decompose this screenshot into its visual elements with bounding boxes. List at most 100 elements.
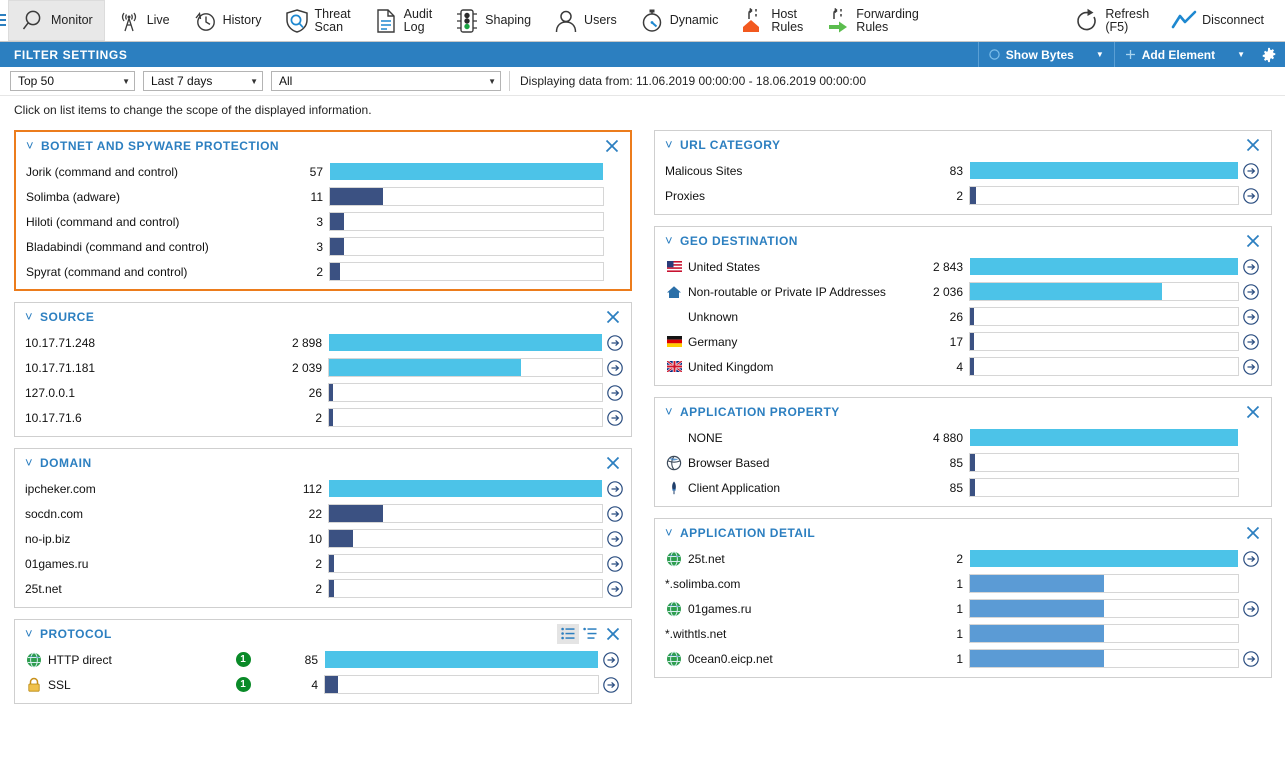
toolbar-item-shaping[interactable]: Shaping <box>443 0 542 41</box>
data-row[interactable]: 25t.net2 <box>25 576 623 601</box>
toolbar-item-host-rules[interactable]: Host Rules <box>729 0 814 41</box>
row-label: 10.17.71.181 <box>25 361 280 375</box>
row-drilldown-arrow-icon[interactable] <box>1239 359 1263 375</box>
data-row[interactable]: Jorik (command and control)57 <box>26 159 622 184</box>
row-drilldown-arrow-icon[interactable] <box>1239 259 1263 275</box>
row-drilldown-arrow-icon[interactable] <box>603 410 627 426</box>
row-drilldown-arrow-icon[interactable] <box>603 581 627 597</box>
toolbar-item-history[interactable]: History <box>181 0 273 41</box>
chevron-down-icon[interactable]: ˅ <box>665 405 680 418</box>
close-icon[interactable] <box>602 136 622 156</box>
toolbar-item-forwarding-rules[interactable]: Forwarding Rules <box>814 0 930 41</box>
scope-select[interactable]: All ▼ <box>271 71 501 91</box>
row-bar-fill <box>330 263 340 280</box>
toolbar-item-label: Monitor <box>51 14 93 27</box>
top-count-select[interactable]: Top 50 ▼ <box>10 71 135 91</box>
row-drilldown-arrow-icon[interactable] <box>1239 551 1263 567</box>
data-row[interactable]: Bladabindi (command and control)3 <box>26 234 622 259</box>
row-drilldown-arrow-icon[interactable] <box>1239 163 1263 179</box>
row-bar-fill <box>329 334 602 351</box>
data-row[interactable]: Client Application85 <box>665 475 1263 500</box>
row-value: 85 <box>276 653 324 667</box>
chevron-down-icon[interactable]: ˅ <box>665 526 680 539</box>
data-row[interactable]: 10.17.71.62 <box>25 405 623 430</box>
row-value: 4 <box>276 678 324 692</box>
data-row[interactable]: Unknown26 <box>665 304 1263 329</box>
panel-geo-destination: ˅GEO DESTINATIONUnited States2 843Non-ro… <box>654 226 1272 386</box>
close-icon[interactable] <box>1243 402 1263 422</box>
data-row[interactable]: NONE4 880 <box>665 425 1263 450</box>
data-row[interactable]: HTTP direct185 <box>25 647 623 672</box>
row-drilldown-arrow-icon[interactable] <box>599 677 623 693</box>
toolbar-item-users[interactable]: Users <box>542 0 628 41</box>
row-drilldown-arrow-icon[interactable] <box>603 335 627 351</box>
close-icon[interactable] <box>603 453 623 473</box>
data-row[interactable]: socdn.com22 <box>25 501 623 526</box>
time-range-select[interactable]: Last 7 days ▼ <box>143 71 263 91</box>
data-row[interactable]: Hiloti (command and control)3 <box>26 209 622 234</box>
data-row[interactable]: Malicous Sites83 <box>665 158 1263 183</box>
chevron-down-icon[interactable]: ˅ <box>665 138 680 151</box>
row-drilldown-arrow-icon[interactable] <box>1239 309 1263 325</box>
data-row[interactable]: Browser Based85 <box>665 450 1263 475</box>
close-icon[interactable] <box>1243 231 1263 251</box>
data-row[interactable]: 127.0.0.126 <box>25 380 623 405</box>
row-drilldown-arrow-icon[interactable] <box>1239 188 1263 204</box>
data-row[interactable]: 01games.ru2 <box>25 551 623 576</box>
data-row[interactable]: 01games.ru1 <box>665 596 1263 621</box>
data-row[interactable]: 25t.net2 <box>665 546 1263 571</box>
close-icon[interactable] <box>603 624 623 644</box>
data-row[interactable]: no-ip.biz10 <box>25 526 623 551</box>
toolbar-item-refresh[interactable]: Refresh (F5) <box>1063 0 1160 41</box>
data-row[interactable]: Spyrat (command and control)2 <box>26 259 622 284</box>
data-row[interactable]: 10.17.71.1812 039 <box>25 355 623 380</box>
close-icon[interactable] <box>1243 135 1263 155</box>
close-icon[interactable] <box>603 307 623 327</box>
data-row[interactable]: United Kingdom4 <box>665 354 1263 379</box>
row-label: Unknown <box>688 310 905 324</box>
row-drilldown-arrow-icon[interactable] <box>1239 284 1263 300</box>
chevron-down-icon[interactable]: ˅ <box>25 310 40 323</box>
data-row[interactable]: Proxies2 <box>665 183 1263 208</box>
toolbar-item-threat-scan[interactable]: Threat Scan <box>273 0 362 41</box>
data-row[interactable]: SSL14 <box>25 672 623 697</box>
data-row[interactable]: Non-routable or Private IP Addresses2 03… <box>665 279 1263 304</box>
data-row[interactable]: 10.17.71.2482 898 <box>25 330 623 355</box>
add-element-button[interactable]: Add Element ▼ <box>1114 42 1255 67</box>
data-row[interactable]: United States2 843 <box>665 254 1263 279</box>
row-drilldown-arrow-icon[interactable] <box>603 531 627 547</box>
toolbar-item-disconnect[interactable]: Disconnect <box>1160 0 1275 41</box>
close-icon[interactable] <box>1243 523 1263 543</box>
row-drilldown-arrow-icon[interactable] <box>603 556 627 572</box>
row-drilldown-arrow-icon[interactable] <box>603 360 627 376</box>
main-toolbar: Monitor LiveHistoryThreat ScanAudit LogSh… <box>0 0 1285 42</box>
grouped-list-view-icon[interactable] <box>579 624 601 644</box>
data-row[interactable]: Solimba (adware)11 <box>26 184 622 209</box>
data-row[interactable]: Germany17 <box>665 329 1263 354</box>
row-drilldown-arrow-icon[interactable] <box>603 481 627 497</box>
data-row[interactable]: 0cean0.eicp.net1 <box>665 646 1263 671</box>
list-view-icon[interactable] <box>557 624 579 644</box>
toolbar-item-monitor[interactable]: Monitor <box>8 0 105 41</box>
settings-gear-button[interactable] <box>1255 47 1285 63</box>
chevron-down-icon[interactable]: ˅ <box>25 456 40 469</box>
row-drilldown-arrow-icon[interactable] <box>599 652 623 668</box>
chevron-down-icon[interactable]: ˅ <box>26 139 41 152</box>
show-bytes-button[interactable]: Show Bytes ▼ <box>978 42 1114 67</box>
row-drilldown-arrow-icon[interactable] <box>603 506 627 522</box>
chevron-down-icon[interactable]: ˅ <box>665 234 680 247</box>
browser-globe-icon <box>665 455 683 471</box>
chevron-down-icon[interactable]: ˅ <box>25 627 40 640</box>
row-value: 1 <box>921 602 969 616</box>
row-drilldown-arrow-icon[interactable] <box>1239 334 1263 350</box>
data-row[interactable]: *.solimba.com1 <box>665 571 1263 596</box>
toolbar-item-audit-log[interactable]: Audit Log <box>362 0 444 41</box>
row-drilldown-arrow-icon[interactable] <box>1239 651 1263 667</box>
data-row[interactable]: *.withtls.net1 <box>665 621 1263 646</box>
data-row[interactable]: ipcheker.com112 <box>25 476 623 501</box>
row-drilldown-arrow-icon[interactable] <box>603 385 627 401</box>
row-bar-fill <box>970 358 974 375</box>
toolbar-item-dynamic[interactable]: Dynamic <box>628 0 730 41</box>
row-drilldown-arrow-icon[interactable] <box>1239 601 1263 617</box>
toolbar-item-live[interactable]: Live <box>105 0 181 41</box>
